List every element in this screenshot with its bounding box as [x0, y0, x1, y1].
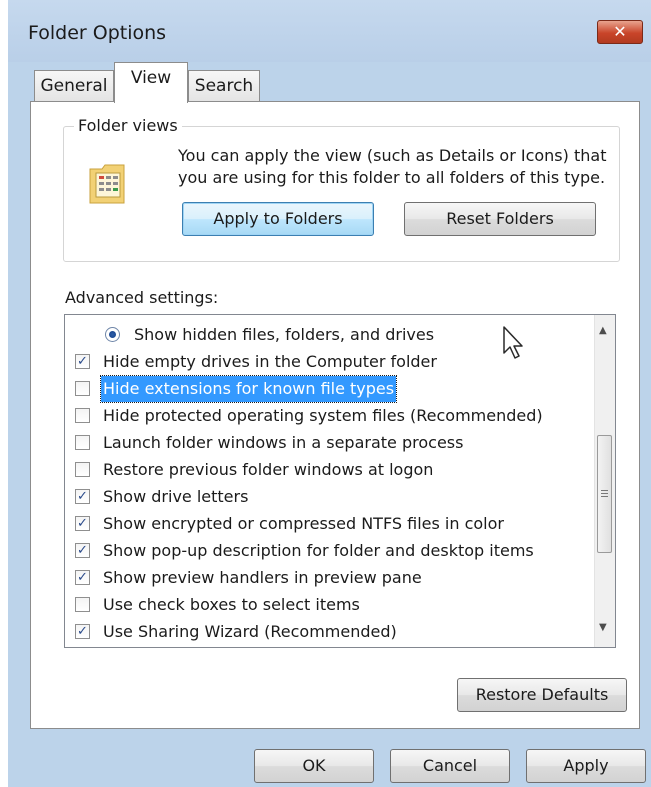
apply-button[interactable]: Apply: [526, 749, 646, 783]
check-mark-icon: ✓: [77, 354, 88, 369]
close-icon: ✕: [613, 22, 627, 41]
vertical-scrollbar[interactable]: ▲ ▼: [594, 315, 615, 647]
list-item[interactable]: Launch folder windows in a separate proc…: [65, 430, 595, 456]
apply-to-folders-button[interactable]: Apply to Folders: [182, 202, 374, 236]
ok-button[interactable]: OK: [254, 749, 374, 783]
checkbox[interactable]: ✓: [75, 570, 90, 585]
checkbox[interactable]: ✓: [75, 543, 90, 558]
folder-views-description: You can apply the view (such as Details …: [178, 146, 607, 187]
folder-views-group: Folder views You can apply the view (suc…: [63, 116, 620, 262]
reset-folders-button[interactable]: Reset Folders: [404, 202, 596, 236]
check-mark-icon: ✓: [77, 489, 88, 504]
scroll-up-arrow-icon[interactable]: ▲: [599, 325, 607, 336]
radio-button[interactable]: [105, 327, 120, 342]
checkbox[interactable]: [75, 597, 90, 612]
list-item-label: Show encrypted or compressed NTFS files …: [103, 514, 504, 533]
checkbox[interactable]: [75, 435, 90, 450]
list-item-label: Hide protected operating system files (R…: [103, 406, 543, 425]
scroll-down-arrow-icon[interactable]: ▼: [599, 622, 607, 633]
list-item-label: Use check boxes to select items: [103, 595, 360, 614]
mouse-cursor-icon: [503, 326, 523, 359]
tab-search[interactable]: Search: [188, 70, 260, 101]
check-mark-icon: ✓: [77, 516, 88, 531]
checkbox[interactable]: [75, 408, 90, 423]
scrollbar-thumb[interactable]: [597, 435, 612, 553]
checkbox[interactable]: [75, 381, 90, 396]
close-button[interactable]: ✕: [597, 20, 643, 44]
checkbox[interactable]: ✓: [75, 516, 90, 531]
list-item-label: Hide empty drives in the Computer folder: [103, 352, 437, 371]
folder-options-window: Folder Options ✕ General View Search Fol…: [8, 0, 651, 787]
list-item-label: Show preview handlers in preview pane: [103, 568, 422, 587]
advanced-settings-label: Advanced settings:: [65, 288, 219, 307]
cancel-button[interactable]: Cancel: [390, 749, 510, 783]
checkbox[interactable]: ✓: [75, 624, 90, 639]
grip-icon: [601, 490, 608, 499]
check-mark-icon: ✓: [77, 570, 88, 585]
checkbox[interactable]: [75, 462, 90, 477]
list-item-label: Hide extensions for known file types: [99, 375, 398, 403]
list-item[interactable]: ✓ Show encrypted or compressed NTFS file…: [65, 511, 595, 537]
folder-views-legend: Folder views: [74, 116, 182, 135]
list-item-label: Show drive letters: [103, 487, 249, 506]
list-item[interactable]: Use check boxes to select items: [65, 592, 595, 618]
view-tab-panel: Folder views You can apply the view (suc…: [30, 101, 640, 729]
list-item-label: Use Sharing Wizard (Recommended): [103, 622, 397, 641]
list-item[interactable]: Hide protected operating system files (R…: [65, 403, 595, 429]
list-item-label: Restore previous folder windows at logon: [103, 460, 434, 479]
window-title: Folder Options: [28, 22, 167, 44]
checkbox[interactable]: ✓: [75, 489, 90, 504]
list-item[interactable]: ✓ Show pop-up description for folder and…: [65, 538, 595, 564]
folder-view-icon: [89, 164, 125, 204]
list-item-selected[interactable]: Hide extensions for known file types: [65, 375, 595, 403]
list-item-label: Show pop-up description for folder and d…: [103, 541, 534, 560]
list-item-label: Launch folder windows in a separate proc…: [103, 433, 464, 452]
tab-strip: General View Search: [8, 62, 651, 103]
restore-defaults-button[interactable]: Restore Defaults: [457, 678, 627, 712]
list-item[interactable]: ✓ Use Sharing Wizard (Recommended): [65, 619, 595, 645]
list-item[interactable]: ✓ Show drive letters: [65, 484, 595, 510]
check-mark-icon: ✓: [77, 624, 88, 639]
list-item-label: Show hidden files, folders, and drives: [134, 325, 435, 344]
advanced-settings-list[interactable]: Show hidden files, folders, and drives ✓…: [64, 314, 616, 648]
checkbox[interactable]: ✓: [75, 354, 90, 369]
title-bar[interactable]: Folder Options ✕: [8, 0, 651, 62]
list-item[interactable]: ✓ Show preview handlers in preview pane: [65, 565, 595, 591]
list-item[interactable]: Restore previous folder windows at logon: [65, 457, 595, 483]
tab-view[interactable]: View: [114, 62, 188, 103]
check-mark-icon: ✓: [77, 543, 88, 558]
tab-general[interactable]: General: [34, 70, 114, 101]
